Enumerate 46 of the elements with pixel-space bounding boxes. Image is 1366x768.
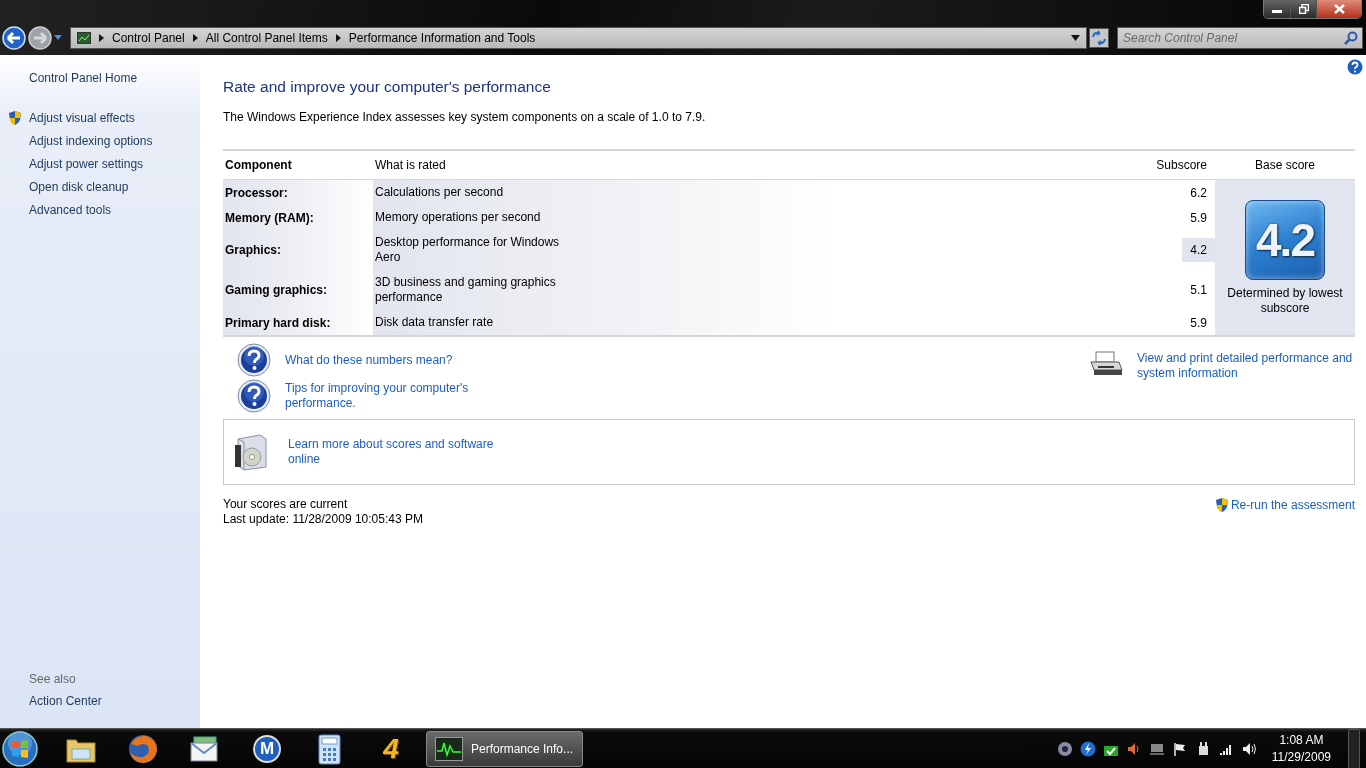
rated-description: Calculations per second — [375, 185, 504, 200]
sidebar-task-link[interactable]: Adjust power settings — [29, 156, 144, 171]
rated-description: Disk data transfer rate — [375, 315, 494, 330]
column-header: Component — [225, 158, 292, 172]
sidebar-task-link[interactable]: Advanced tools — [29, 202, 112, 217]
component-label: Primary hard disk: — [225, 315, 331, 330]
see-also-heading: See also — [29, 672, 77, 686]
breadcrumb-item[interactable]: Control Panel — [112, 31, 185, 45]
subscore-value: 6.2 — [1189, 184, 1208, 202]
status-text: Last update: 11/28/2009 10:05:43 PM — [223, 512, 423, 527]
taskbar-app-badge[interactable]: M — [253, 734, 281, 763]
component-label: Gaming graphics: — [225, 283, 328, 297]
help-link[interactable]: What do these numbers mean? — [285, 352, 453, 368]
sidebar-link[interactable]: Control Panel Home — [29, 71, 200, 85]
sidebar-link[interactable]: Action Center — [29, 694, 200, 708]
clock[interactable]: 1:08 AM 11/29/2009 — [1271, 731, 1331, 766]
subscore-value: 4.2 — [1182, 238, 1215, 262]
page-heading: Rate and improve your computer's performance — [223, 78, 552, 96]
taskbar-app-glyph[interactable]: 4 — [383, 732, 399, 765]
column-header: What is rated — [375, 158, 446, 172]
column-header: Subscore — [1155, 157, 1208, 174]
column-header: Base score — [1255, 158, 1315, 172]
print-link[interactable]: View and print detailed performance and system information — [1137, 351, 1355, 381]
description-text: The Windows Experience Index assesses key system components on a scale of 1.0 to 7.9. — [223, 110, 707, 124]
status-text: Your scores are current — [223, 497, 349, 512]
component-label: Graphics: — [225, 243, 281, 257]
subscore-value: 5.9 — [1189, 314, 1208, 332]
breadcrumb-item[interactable]: Performance Information and Tools — [348, 31, 536, 45]
subscore-value: 5.1 — [1189, 282, 1208, 299]
component-label: Processor: — [225, 185, 288, 200]
base-score-caption: Determined by lowest subscore — [1226, 285, 1344, 316]
subscore-value: 5.9 — [1189, 209, 1208, 227]
taskbar-window-button[interactable]: Performance Info... — [426, 730, 583, 767]
search-field[interactable]: Search Control Panel — [1117, 27, 1363, 49]
rerun-assessment-link[interactable]: Re-run the assessment — [1230, 497, 1355, 513]
sidebar-task-link[interactable]: Adjust indexing options — [29, 133, 153, 148]
breadcrumb-item[interactable]: All Control Panel Items — [205, 31, 328, 45]
component-label: Memory (RAM): — [225, 210, 314, 225]
help-link[interactable]: Tips for improving your computer's performance. — [285, 381, 485, 411]
rated-description: 3D business and gaming graphics performance — [375, 275, 557, 305]
learn-more-link[interactable]: Learn more about scores and software online — [288, 437, 498, 467]
base-score-tile: 4.2 — [1245, 199, 1325, 280]
rated-description: Desktop performance for Windows Aero — [375, 235, 561, 265]
sidebar-task-link[interactable]: Adjust visual effects — [29, 110, 135, 125]
rated-description: Memory operations per second — [375, 210, 541, 225]
sidebar-task-link[interactable]: Open disk cleanup — [29, 179, 129, 194]
